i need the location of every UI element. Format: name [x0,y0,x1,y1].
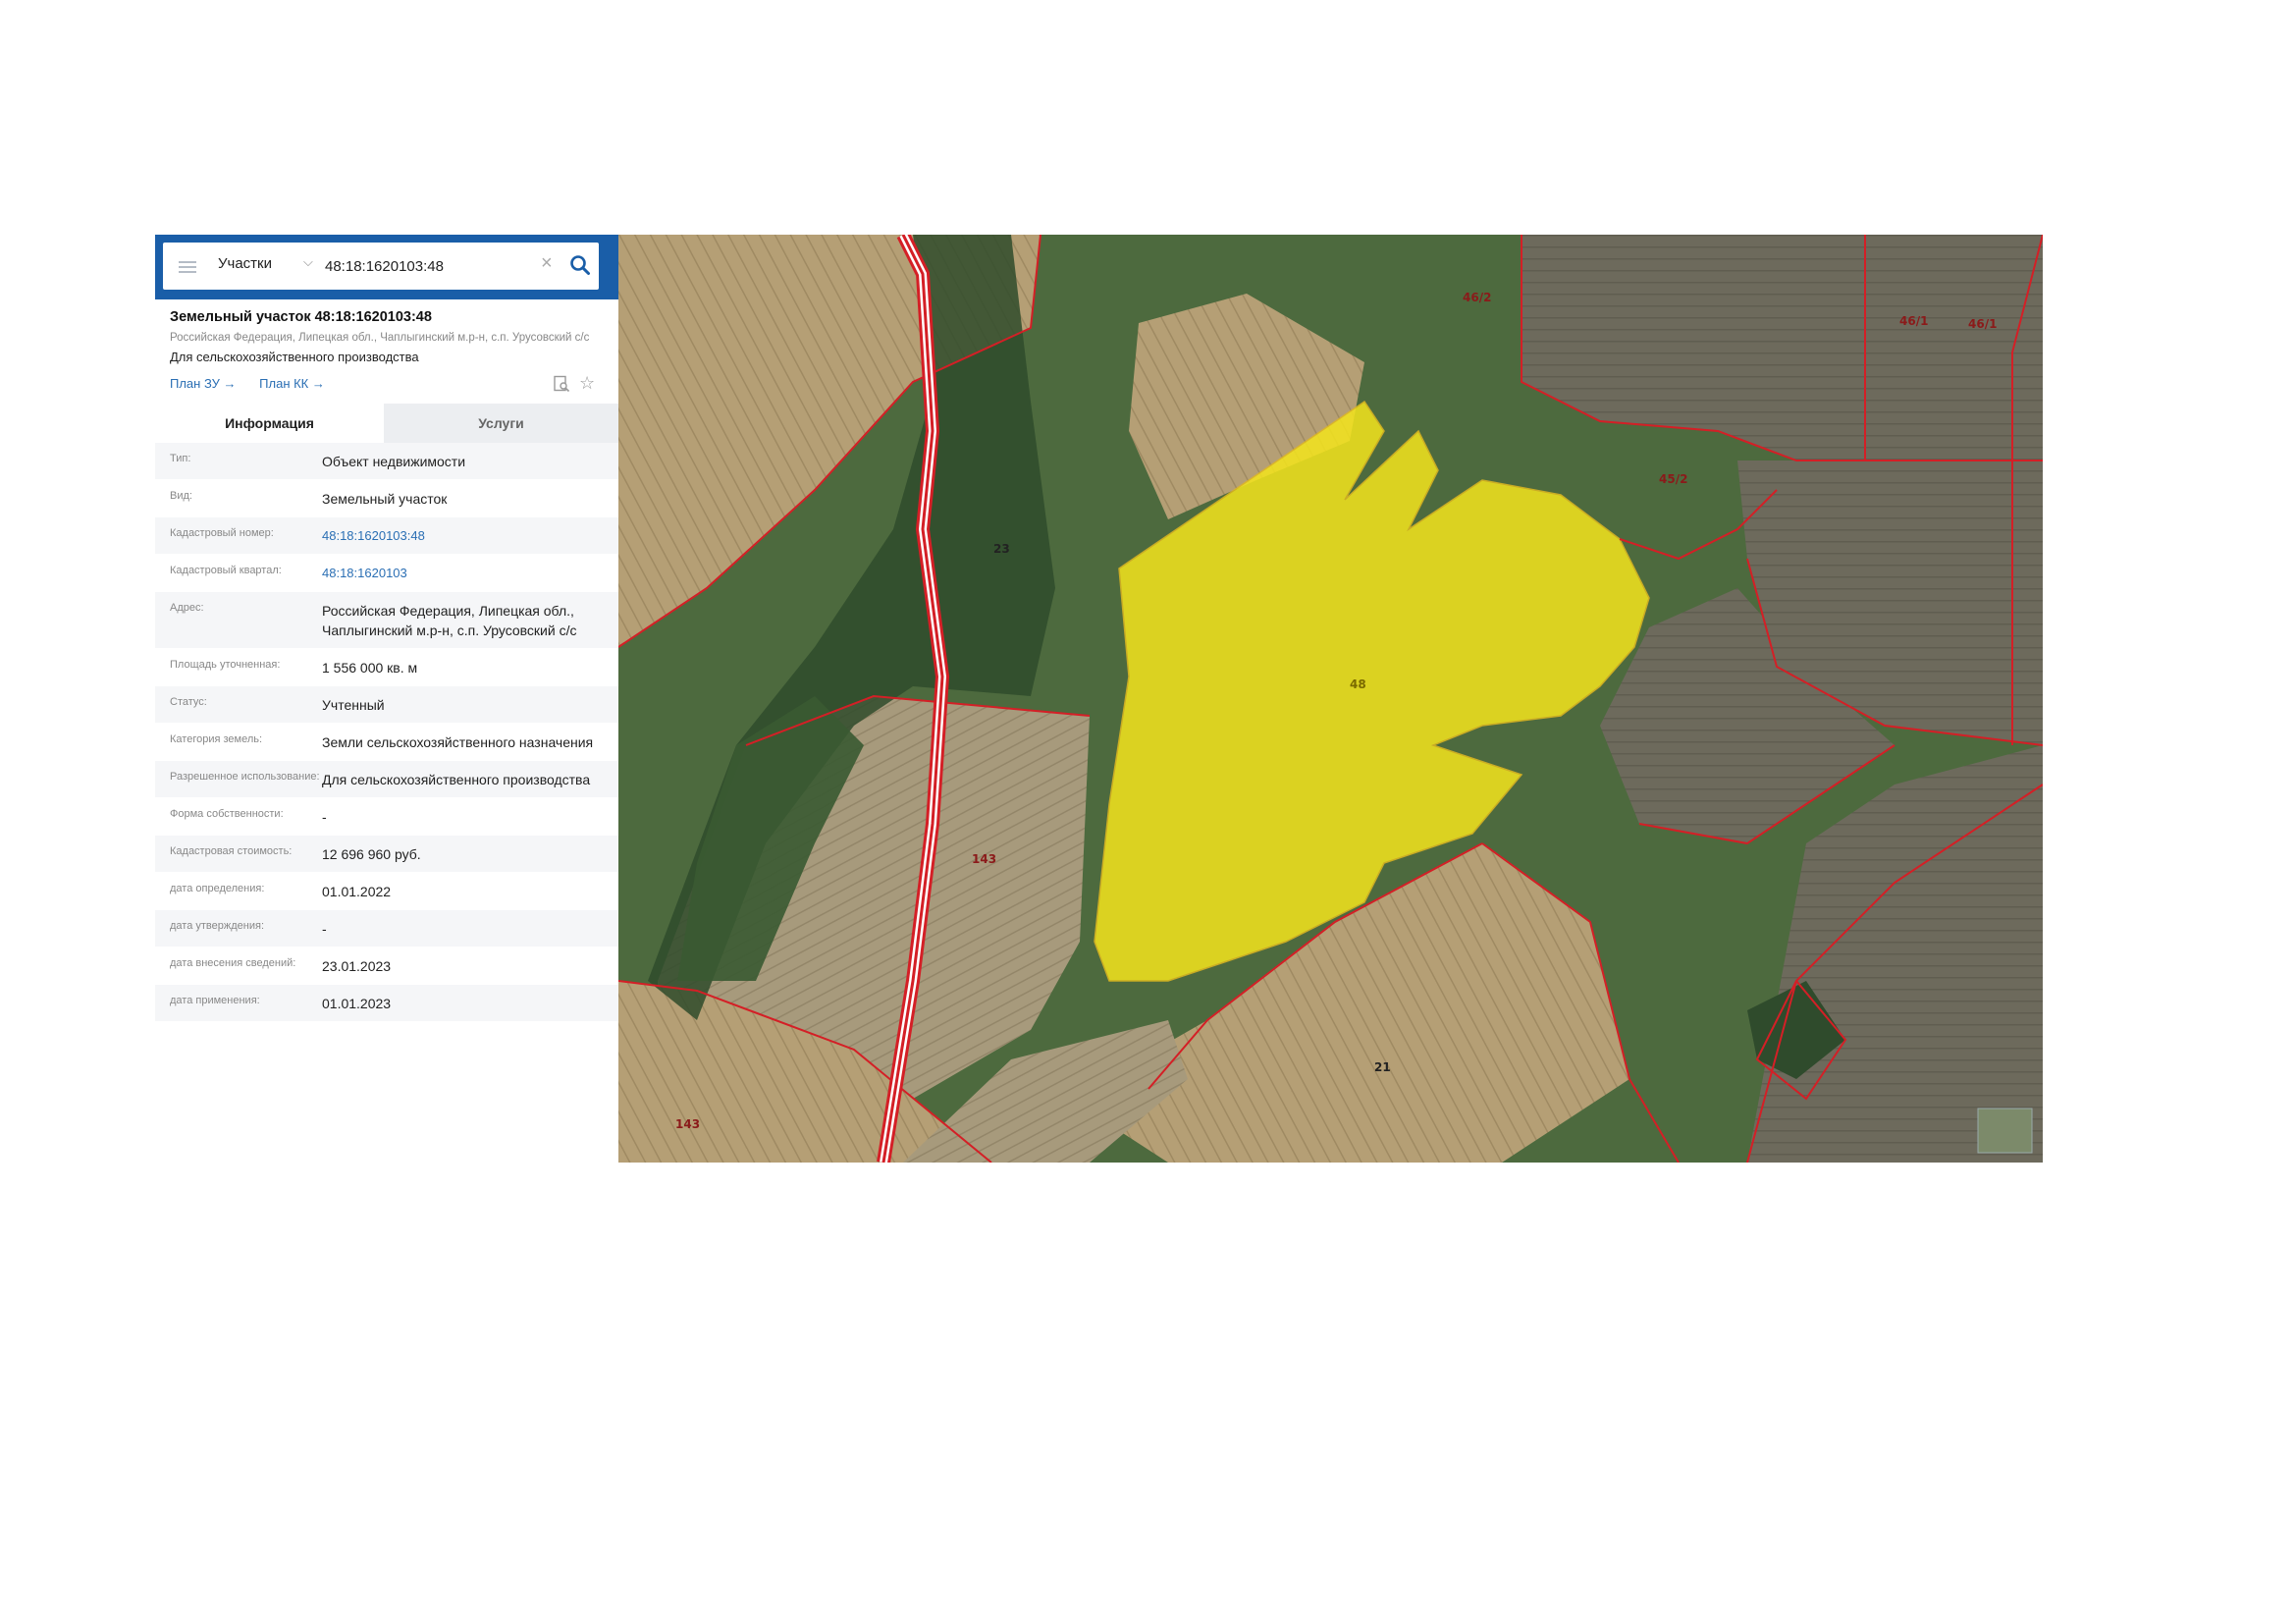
property-value: Учтенный [322,697,385,713]
property-value-link[interactable]: 48:18:1620103 [322,555,607,591]
map-label: 143 [972,852,996,866]
map-label: 23 [993,542,1010,556]
property-row: Форма собственности: - [155,798,618,836]
star-icon[interactable]: ☆ [579,373,595,394]
minimap[interactable] [1977,1108,2033,1154]
tab-information[interactable]: Информация [155,404,384,443]
property-label: Форма собственности: [170,808,284,820]
property-row: Тип: Объект недвижимости [155,443,618,480]
property-row: Разрешенное использование: Для сельскохоз… [155,761,618,798]
map-label: 46/2 [1463,291,1491,304]
property-value: Земли сельскохозяйственного назначения [322,734,594,750]
map-label: 48 [1350,677,1366,691]
property-row: Вид: Земельный участок [155,480,618,517]
property-label: Вид: [170,490,192,502]
property-row: Кадастровая стоимость: 12 696 960 руб. [155,836,618,873]
property-value: Для сельскохозяйственного производства [322,772,591,787]
property-value: 12 696 960 руб. [322,846,421,862]
property-label: Адрес: [170,602,204,614]
satellite-map[interactable]: 46/2 46/1 46/1 45/2 23 48 143 21 143 [618,235,2043,1163]
property-label: дата утверждения: [170,920,265,932]
property-value-link[interactable]: 48:18:1620103:48 [322,517,607,554]
property-label: Статус: [170,696,207,708]
property-row: дата внесения сведений: 23.01.2023 [155,947,618,985]
property-label: дата внесения сведений: [170,957,296,969]
search-bar: Участки ⌵ × ‹ [155,235,634,299]
property-value: Земельный участок [322,491,448,507]
search-input[interactable] [323,252,523,280]
property-label: Категория земель: [170,733,263,745]
map-label: 21 [1374,1060,1391,1074]
parcel-address: Российская Федерация, Липецкая обл., Чап… [170,332,590,344]
plan-kk-link[interactable]: План КК → [259,376,325,391]
property-value: Российская Федерация, Липецкая обл., Чап… [322,603,577,638]
search-box: Участки ⌵ × [163,243,599,290]
map-view[interactable]: 46/2 46/1 46/1 45/2 23 48 143 21 143 [618,235,2043,1163]
map-label: 46/1 [1899,314,1928,328]
chevron-down-icon[interactable]: ⌵ [303,254,313,270]
close-icon[interactable]: × [541,252,553,275]
property-row: Категория земель: Земли сельскохозяйствен… [155,724,618,761]
plan-zu-link[interactable]: План ЗУ → [170,376,237,391]
property-label: Тип: [170,453,191,464]
property-row: Площадь уточненная: 1 556 000 кв. м [155,649,618,686]
property-row: Статус: Учтенный [155,686,618,724]
layer-select[interactable]: Участки [218,255,272,272]
property-row: дата утверждения: - [155,910,618,947]
property-row: Кадастровый квартал: 48:18:1620103 [155,555,618,592]
property-label: Кадастровая стоимость: [170,845,293,857]
menu-icon[interactable] [179,258,196,274]
property-label: Разрешенное использование: [170,771,320,783]
property-row: Адрес: Российская Федерация, Липецкая обл… [155,592,618,649]
parcel-header: Земельный участок 48:18:1620103:48 Росси… [170,309,612,364]
tabs: Информация Услуги [155,404,618,443]
property-value: 01.01.2022 [322,884,392,899]
tab-services[interactable]: Услуги [384,404,618,443]
parcel-use: Для сельскохозяйственного производства [170,350,419,364]
property-row: дата определения: 01.01.2022 [155,873,618,910]
property-value: 23.01.2023 [322,958,392,974]
map-label: 46/1 [1968,317,1997,331]
property-label: Кадастровый квартал: [170,565,282,576]
info-panel: Участки ⌵ × ‹ Земельный участок 48:18:16… [155,235,634,1163]
cadastral-map-app: Участки ⌵ × ‹ Земельный участок 48:18:16… [155,235,2043,1163]
property-label: дата определения: [170,883,265,894]
parcel-title: Земельный участок 48:18:1620103:48 [170,309,432,325]
property-value: 01.01.2023 [322,996,392,1011]
map-label: 143 [675,1117,700,1131]
document-search-icon[interactable] [553,375,570,393]
property-value: Объект недвижимости [322,454,466,469]
property-row: дата применения: 01.01.2023 [155,985,618,1022]
search-icon[interactable] [569,254,591,276]
property-value: - [322,921,327,937]
properties-table: Тип: Объект недвижимости Вид: Земельный уча… [155,443,618,1022]
property-value: - [322,809,327,825]
property-value: 1 556 000 кв. м [322,660,418,676]
property-row: Кадастровый номер: 48:18:1620103:48 [155,517,618,555]
property-label: Кадастровый номер: [170,527,274,539]
map-label: 45/2 [1659,472,1687,486]
property-label: дата применения: [170,995,260,1006]
property-label: Площадь уточненная: [170,659,281,671]
plan-links: План ЗУ → План КК → [170,376,345,391]
